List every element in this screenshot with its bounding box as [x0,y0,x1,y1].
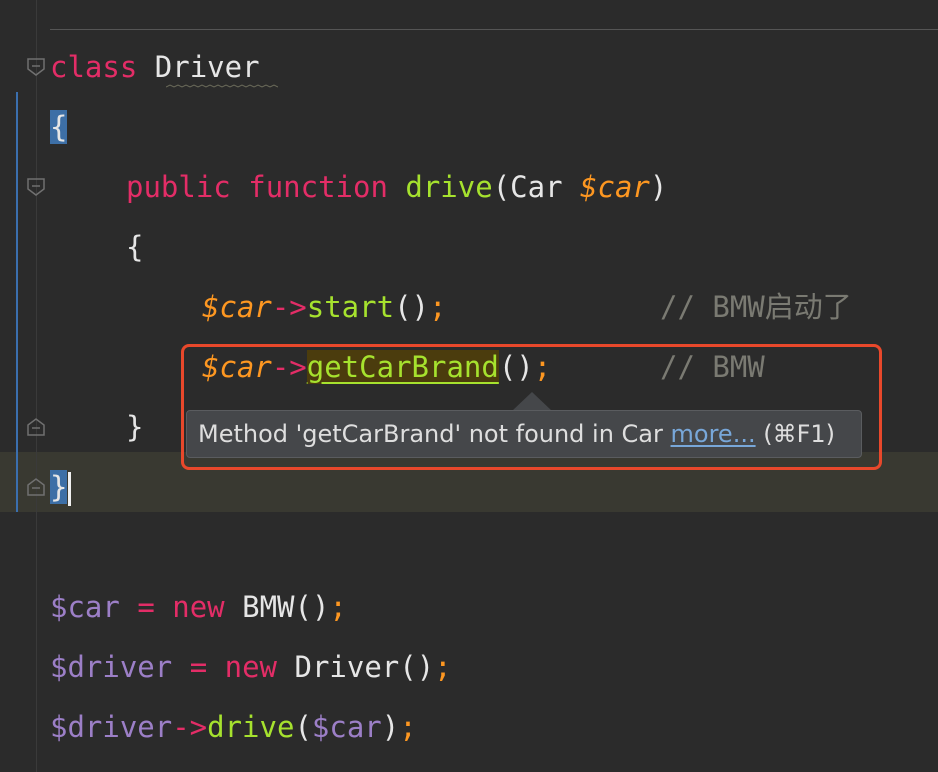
parens: () [294,590,330,624]
code-line-class-close[interactable]: } [50,457,72,517]
keyword-new: new [224,650,278,684]
arrow-operator: -> [172,710,208,744]
parens: () [399,650,435,684]
code-line-call-start[interactable]: $car->start(); [202,277,446,337]
code-line-method[interactable]: public function drive(Car $car) [126,157,667,217]
keyword-public: public [126,170,231,204]
code-line-drive-call[interactable]: $driver->drive($car); [50,697,417,757]
assign-operator: = [189,650,208,684]
close-paren: ) [381,710,400,744]
annotation-highlight-box [181,344,882,470]
code-editor[interactable]: class Driver { public function drive(Car… [0,0,938,772]
keyword-function: function [248,170,388,204]
fold-collapse-icon[interactable] [27,58,45,76]
open-paren: ( [492,170,511,204]
matched-brace: { [50,110,68,144]
assign-operator: = [137,590,155,624]
class-name: Driver [294,650,400,684]
param-var: $car [580,170,650,204]
code-line-class[interactable]: class Driver [50,37,260,97]
code-line-method-open[interactable]: { [126,217,143,277]
variable: $car [50,590,120,624]
class-name: Driver [154,50,260,84]
keyword-new: new [172,590,225,624]
code-line-assign-car[interactable]: $car = new BMW(); [50,577,347,637]
semicolon: ; [429,290,447,324]
semicolon: ; [399,710,417,744]
class-name: BMW [242,590,295,624]
parens: () [394,290,429,324]
brace: } [126,410,144,444]
method-call: drive [207,710,295,744]
code-line-assign-driver[interactable]: $driver = new Driver(); [50,637,452,697]
editor-top-rule [50,29,938,30]
code-line-open-brace[interactable]: { [50,97,68,157]
fold-collapse-icon[interactable] [27,178,45,196]
arrow-operator: -> [271,290,307,324]
brace: { [126,230,144,264]
gutter-divider [36,0,37,772]
argument-var: $car [311,710,382,744]
text-caret [68,472,72,506]
fold-end-icon[interactable] [27,478,45,496]
change-marker-bar [16,92,18,512]
comment-text: // BMW启动了 [660,290,852,324]
method-call: start [306,290,395,324]
close-paren: ) [649,170,668,204]
variable: $driver [50,650,173,684]
semicolon: ; [434,650,452,684]
fold-end-icon[interactable] [27,418,45,436]
code-line-method-close[interactable]: } [126,397,143,457]
comment: // BMW启动了 [660,277,852,337]
semicolon: ; [329,590,347,624]
method-name: drive [405,170,493,204]
open-paren: ( [294,710,312,744]
variable: $driver [50,710,173,744]
matched-brace: } [50,470,68,504]
variable: $car [202,290,272,324]
keyword-class: class [50,50,138,84]
param-type: Car [510,170,563,204]
